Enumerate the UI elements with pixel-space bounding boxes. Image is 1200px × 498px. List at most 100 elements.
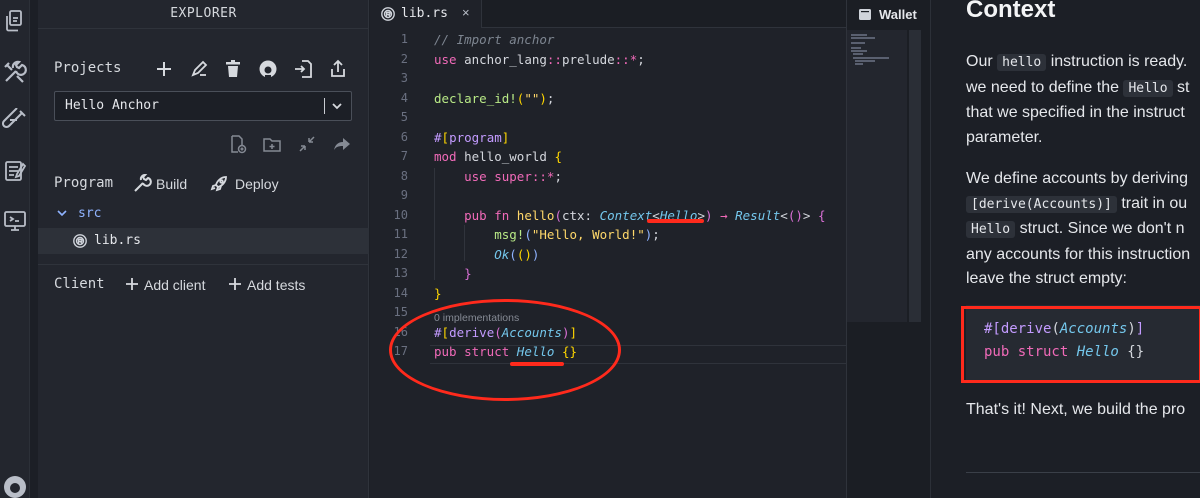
collapse-icon[interactable] xyxy=(297,134,317,154)
tab-label: lib.rs xyxy=(401,6,448,21)
plus-icon xyxy=(124,276,140,292)
line-number: 7 xyxy=(400,149,408,163)
github-icon[interactable] xyxy=(258,59,278,79)
tools-icon[interactable] xyxy=(2,60,28,86)
line-number: 3 xyxy=(400,71,408,85)
deploy-button[interactable]: Deploy xyxy=(235,176,279,192)
code-line: } xyxy=(464,266,472,281)
ide-window: EXPLORER Projects Hello Anchor Program B… xyxy=(0,0,1200,498)
github-icon[interactable] xyxy=(2,474,28,498)
file-lib-rs[interactable]: lib.rs xyxy=(38,228,369,254)
wrench-icon xyxy=(132,174,152,194)
line-number: 14 xyxy=(393,285,408,300)
add-tests-button[interactable]: Add tests xyxy=(247,277,305,293)
docs-paragraph: We define accounts by deriving [derive(A… xyxy=(966,170,1191,287)
wallet-button[interactable]: Wallet xyxy=(849,2,929,26)
code-line: Ok(()) xyxy=(494,246,540,262)
line-number: 10 xyxy=(393,207,408,222)
add-client-button[interactable]: Add client xyxy=(144,277,205,293)
line-number: 5 xyxy=(400,110,408,124)
minimap-line xyxy=(853,53,863,55)
divider xyxy=(966,472,1200,473)
minimap[interactable] xyxy=(847,30,907,322)
explorer-title: EXPLORER xyxy=(170,6,237,21)
code-line: } xyxy=(434,285,442,301)
minimap-line xyxy=(855,63,863,65)
test-tube-icon[interactable] xyxy=(2,108,28,134)
chevron-down-icon xyxy=(330,99,344,113)
build-button[interactable]: Build xyxy=(156,176,187,192)
folder-label: src xyxy=(78,206,102,221)
divider xyxy=(38,28,369,29)
project-select[interactable]: Hello Anchor xyxy=(54,91,352,121)
minimap-line xyxy=(855,60,875,62)
new-file-icon[interactable] xyxy=(227,134,247,154)
activity-bar xyxy=(0,0,30,498)
minimap-line xyxy=(851,50,867,52)
program-label: Program xyxy=(54,175,114,191)
indent-guide xyxy=(434,168,435,280)
minimap-line xyxy=(851,34,867,36)
close-icon[interactable]: × xyxy=(462,5,470,20)
code-line: mod hello_world { xyxy=(434,149,562,164)
annotation-ellipse xyxy=(389,299,621,401)
tab-bar: lib.rs × xyxy=(370,0,846,28)
files-icon[interactable] xyxy=(2,8,28,34)
docs-title: Context xyxy=(966,0,1056,23)
code-editor: lib.rs × 1 2 3 4 5 6 7 8 9 10 11 12 13 14 15 16 17 // Im… xyxy=(370,0,846,498)
code-line: declare_id!(""); xyxy=(434,90,555,106)
project-select-value: Hello Anchor xyxy=(65,98,159,113)
trash-icon[interactable] xyxy=(223,59,243,79)
line-number: 12 xyxy=(393,246,408,261)
explorer-panel: EXPLORER Projects Hello Anchor Program B… xyxy=(38,0,369,498)
minimap-line xyxy=(853,57,889,59)
code-line: #[program] xyxy=(434,129,510,145)
minimap-line xyxy=(851,47,861,49)
minimap-line xyxy=(851,37,875,39)
plus-icon xyxy=(227,276,243,292)
import-icon[interactable] xyxy=(293,59,313,79)
chevron-down-icon xyxy=(56,207,68,219)
rust-icon xyxy=(380,6,396,22)
line-number: 15 xyxy=(393,305,408,319)
code-line: pub fn hello(ctx: Context<Hello>) → Resu… xyxy=(464,207,826,223)
monitor-icon[interactable] xyxy=(2,208,28,234)
minimap-line xyxy=(851,42,865,44)
tab-lib-rs[interactable]: lib.rs × xyxy=(370,0,482,28)
annotation-underline xyxy=(647,219,704,223)
wallet-label: Wallet xyxy=(879,7,917,22)
projects-label: Projects xyxy=(54,60,122,76)
code-line: msg!("Hello, World!"); xyxy=(494,227,660,242)
select-divider xyxy=(324,98,325,114)
line-number: 13 xyxy=(393,266,408,280)
docs-paragraph: Our hello instruction is ready. we need … xyxy=(966,53,1190,146)
line-number: 11 xyxy=(393,227,408,241)
line-number: 6 xyxy=(400,129,408,144)
editor-scrollbar[interactable] xyxy=(909,30,921,322)
annotation-box xyxy=(961,306,1200,383)
divider xyxy=(38,264,369,265)
code-line: use anchor_lang::prelude::*; xyxy=(434,51,645,67)
rocket-icon xyxy=(209,174,229,194)
docs-paragraph: That's it! Next, we build the pro xyxy=(966,401,1186,418)
edit-icon[interactable] xyxy=(189,59,209,79)
line-number: 4 xyxy=(400,90,408,105)
wallet-icon xyxy=(858,7,872,21)
docs-panel: Context Our hello instruction is ready. … xyxy=(930,0,1200,498)
line-number: 2 xyxy=(400,51,408,66)
code-line: // Import anchor xyxy=(434,32,555,47)
export-icon[interactable] xyxy=(328,59,348,79)
code-line: use super::*; xyxy=(464,168,562,184)
line-number: 9 xyxy=(400,188,408,202)
file-label: lib.rs xyxy=(94,233,141,248)
rust-icon xyxy=(72,233,88,249)
notes-icon[interactable] xyxy=(2,158,28,184)
line-number: 1 xyxy=(400,32,408,46)
annotation-underline xyxy=(510,362,564,366)
client-label: Client xyxy=(54,276,105,292)
minimap-column: Wallet xyxy=(846,0,930,498)
share-icon[interactable] xyxy=(332,134,352,154)
new-folder-icon[interactable] xyxy=(262,134,282,154)
plus-icon[interactable] xyxy=(154,59,174,79)
line-number: 8 xyxy=(400,168,408,183)
